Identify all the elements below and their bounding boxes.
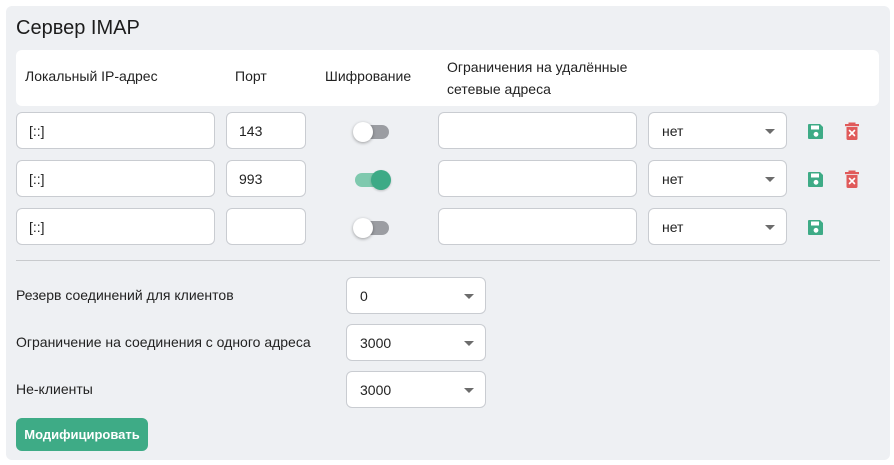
toggle-knob [353, 218, 373, 238]
select-value: нет [662, 171, 684, 187]
column-header-port: Порт [235, 68, 267, 84]
select-value: 0 [360, 288, 368, 304]
setting-label-non-clients: Не-клиенты [16, 381, 93, 397]
local-ip-input[interactable] [16, 208, 215, 245]
restriction-mode-select[interactable]: нет [648, 160, 787, 197]
table-row: нет [16, 208, 879, 246]
non-clients-select[interactable]: 3000 [346, 371, 486, 408]
port-input[interactable] [226, 112, 306, 149]
port-input[interactable] [226, 160, 306, 197]
toggle-knob [353, 122, 373, 142]
select-value: 3000 [360, 335, 392, 351]
restriction-input[interactable] [438, 208, 637, 245]
restriction-input[interactable] [438, 112, 637, 149]
trash-icon[interactable] [843, 121, 861, 141]
column-header-restrictions: Ограничения на удалённые сетевые адреса [447, 59, 628, 97]
restriction-mode-select[interactable]: нет [648, 112, 787, 149]
chevron-down-icon [464, 388, 474, 393]
client-reserve-select[interactable]: 0 [346, 277, 486, 314]
per-address-limit-select[interactable]: 3000 [346, 324, 486, 361]
chevron-down-icon [765, 177, 775, 182]
chevron-down-icon [464, 294, 474, 299]
restriction-input[interactable] [438, 160, 637, 197]
table-row: нет [16, 160, 879, 198]
setting-label-per-address-limit: Ограничение на соединения с одного адрес… [16, 334, 311, 350]
toggle-knob [371, 170, 391, 190]
chevron-down-icon [765, 129, 775, 134]
port-input[interactable] [226, 208, 306, 245]
restriction-mode-select[interactable]: нет [648, 208, 787, 245]
setting-label-client-reserve: Резерв соединений для клиентов [16, 287, 234, 303]
encryption-toggle[interactable] [353, 122, 389, 142]
column-header-encryption: Шифрование [325, 68, 412, 84]
chevron-down-icon [765, 225, 775, 230]
select-value: нет [662, 123, 684, 139]
encryption-toggle[interactable] [353, 170, 391, 190]
local-ip-input[interactable] [16, 112, 215, 149]
floppy-disk-icon[interactable] [807, 121, 825, 141]
floppy-disk-icon[interactable] [807, 169, 825, 189]
section-divider [16, 260, 880, 261]
floppy-disk-icon[interactable] [807, 217, 825, 237]
local-ip-input[interactable] [16, 160, 215, 197]
table-header: Локальный IP-адрес Порт Шифрование Огран… [16, 50, 879, 106]
table-row: нет [16, 112, 879, 150]
modify-button[interactable]: Модифицировать [16, 418, 148, 451]
page-title: Сервер IMAP [16, 17, 140, 39]
trash-icon[interactable] [843, 169, 861, 189]
column-header-local-ip: Локальный IP-адрес [25, 68, 158, 84]
encryption-toggle[interactable] [353, 218, 389, 238]
chevron-down-icon [464, 341, 474, 346]
select-value: нет [662, 219, 684, 235]
imap-server-panel: Сервер IMAP Локальный IP-адрес Порт Шифр… [6, 6, 890, 460]
select-value: 3000 [360, 382, 392, 398]
